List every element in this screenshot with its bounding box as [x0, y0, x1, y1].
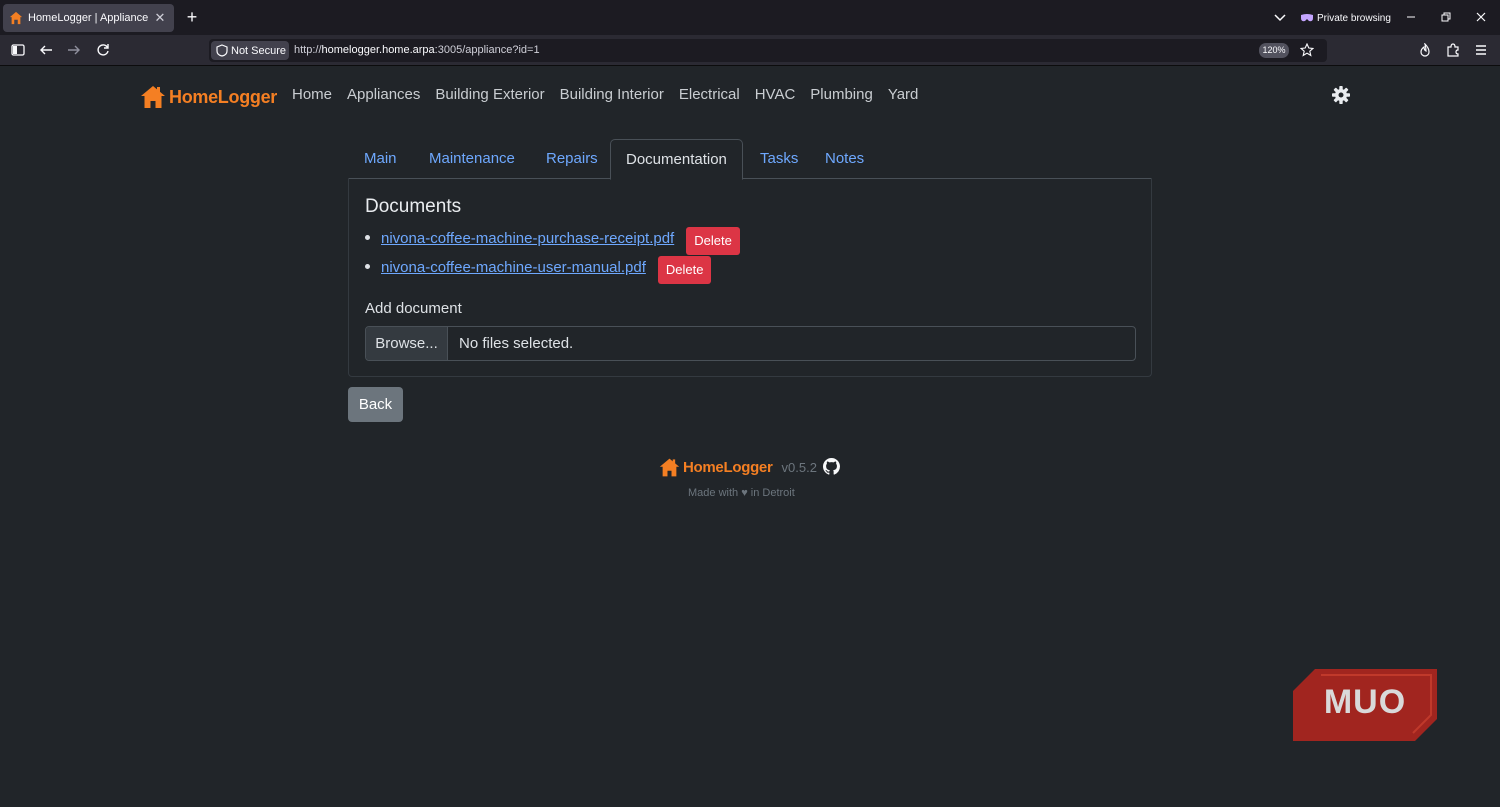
file-selection-status: No files selected.	[459, 335, 574, 352]
page-content: HomeLogger Home Appliances Building Exte…	[0, 66, 1500, 807]
app-version: v0.5.2	[781, 459, 817, 475]
document-link[interactable]: nivona-coffee-machine-purchase-receipt.p…	[381, 230, 674, 247]
security-indicator[interactable]: Not Secure	[211, 41, 289, 60]
restore-button[interactable]	[1437, 8, 1455, 26]
browser-tab-title: HomeLogger | Appliance	[28, 12, 149, 24]
brand-logo[interactable]: HomeLogger	[140, 83, 277, 111]
arrow-right-icon	[68, 45, 80, 55]
tab-main[interactable]: Main	[364, 139, 397, 179]
file-upload-input[interactable]: Browse... No files selected.	[365, 326, 1136, 361]
restore-icon	[1441, 12, 1451, 22]
back-nav-button[interactable]	[38, 42, 54, 58]
documents-heading: Documents	[365, 196, 462, 217]
minimize-icon	[1407, 16, 1415, 18]
browser-toolbar: Not Secure http://homelogger.home.arpa:3…	[0, 35, 1500, 66]
reload-button[interactable]	[95, 42, 111, 58]
browser-tab[interactable]: HomeLogger | Appliance ✕	[3, 4, 174, 32]
tab-notes[interactable]: Notes	[825, 139, 864, 179]
browse-button[interactable]: Browse...	[366, 327, 448, 360]
made-with-text: Made with ♥ in Detroit	[688, 487, 795, 499]
footer-brand: HomeLogger v0.5.2	[659, 455, 817, 479]
puzzle-icon	[1447, 43, 1459, 57]
document-item: nivona-coffee-machine-user-manual.pdf De…	[365, 253, 740, 284]
tab-list-chevron-icon[interactable]	[1272, 9, 1288, 25]
list-bullet	[365, 235, 370, 240]
tab-close-icon[interactable]: ✕	[152, 10, 168, 26]
tab-documentation[interactable]: Documentation	[610, 139, 743, 180]
nav-hvac[interactable]: HVAC	[755, 86, 796, 103]
document-link[interactable]: nivona-coffee-machine-user-manual.pdf	[381, 259, 646, 276]
firefox-view-button[interactable]	[1417, 42, 1433, 58]
nav-appliances[interactable]: Appliances	[347, 86, 420, 103]
nav-building-exterior[interactable]: Building Exterior	[435, 86, 544, 103]
appliance-tabs: Main Maintenance Repairs Documentation T…	[348, 139, 1152, 180]
app-menu-button[interactable]	[1473, 42, 1489, 58]
tab-maintenance[interactable]: Maintenance	[429, 139, 515, 179]
brand-name: HomeLogger	[169, 86, 278, 107]
zoom-level-indicator[interactable]: 120%	[1259, 43, 1289, 58]
nav-yard[interactable]: Yard	[888, 86, 919, 103]
gear-icon[interactable]	[1331, 85, 1351, 105]
minimize-button[interactable]	[1402, 8, 1420, 26]
documentation-panel: Documents nivona-coffee-machine-purchase…	[348, 178, 1152, 377]
tab-tasks[interactable]: Tasks	[760, 139, 798, 179]
sidebar-icon	[11, 44, 25, 56]
add-document-label: Add document	[365, 300, 462, 317]
security-label: Not Secure	[231, 44, 287, 57]
bookmark-star-icon[interactable]	[1300, 43, 1314, 57]
homelogger-favicon-icon	[9, 11, 23, 25]
tab-repairs[interactable]: Repairs	[546, 139, 598, 179]
back-button[interactable]: Back	[348, 387, 403, 422]
url-path: :3005/appliance?id=1	[434, 44, 540, 56]
new-tab-button[interactable]: +	[182, 6, 202, 28]
close-icon	[1476, 12, 1486, 22]
muo-watermark-text: MUO	[1323, 683, 1407, 721]
hamburger-menu-icon	[1476, 45, 1486, 55]
muo-watermark-logo: MUO	[1293, 669, 1437, 741]
main-navigation: Home Appliances Building Exterior Buildi…	[292, 86, 918, 103]
github-icon[interactable]	[823, 458, 840, 475]
flame-icon	[1420, 43, 1430, 57]
nav-building-interior[interactable]: Building Interior	[560, 86, 664, 103]
reload-icon	[97, 44, 109, 56]
nav-plumbing[interactable]: Plumbing	[810, 86, 873, 103]
sidebar-toggle-button[interactable]	[10, 42, 26, 58]
document-item: nivona-coffee-machine-purchase-receipt.p…	[365, 224, 740, 255]
url-text[interactable]: http://homelogger.home.arpa:3005/applian…	[294, 44, 540, 56]
house-logo-icon	[659, 458, 680, 476]
private-browsing-label: Private browsing	[1317, 12, 1391, 24]
shield-icon	[216, 44, 228, 57]
browser-tab-strip: HomeLogger | Appliance ✕ + Private brows…	[0, 0, 1500, 35]
house-logo-icon	[141, 86, 165, 108]
arrow-left-icon	[40, 45, 52, 55]
footer-brand-name: HomeLogger	[683, 458, 773, 476]
url-bar[interactable]: Not Secure http://homelogger.home.arpa:3…	[209, 39, 1327, 62]
private-mask-icon	[1301, 14, 1313, 22]
documents-list: nivona-coffee-machine-purchase-receipt.p…	[365, 224, 740, 284]
close-window-button[interactable]	[1472, 8, 1490, 26]
nav-electrical[interactable]: Electrical	[679, 86, 740, 103]
extensions-button[interactable]	[1445, 42, 1461, 58]
forward-nav-button[interactable]	[66, 42, 82, 58]
nav-home[interactable]: Home	[292, 86, 332, 103]
private-browsing-indicator: Private browsing	[1301, 9, 1391, 27]
delete-document-button[interactable]: Delete	[657, 255, 712, 284]
url-host: homelogger.home.arpa	[321, 44, 435, 56]
url-prefix: http://	[294, 44, 322, 56]
delete-document-button[interactable]: Delete	[686, 226, 740, 255]
list-bullet	[365, 264, 370, 269]
